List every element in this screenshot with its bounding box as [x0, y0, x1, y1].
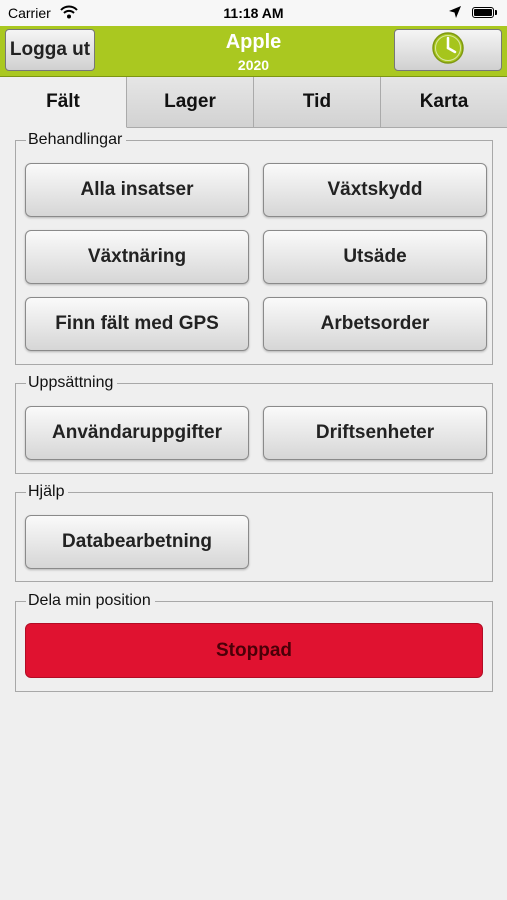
group-label-behandlingar: Behandlingar — [26, 131, 127, 149]
location-arrow-icon — [448, 5, 462, 22]
group-label-dela-min-position: Dela min position — [26, 592, 155, 610]
group-dela-min-position: Dela min position Stoppad — [15, 592, 493, 692]
app-header: Logga ut Apple 2020 — [0, 26, 507, 77]
tab-bar: Fält Lager Tid Karta — [0, 77, 507, 128]
status-bar: Carrier 11:18 AM — [0, 0, 507, 26]
status-time: 11:18 AM — [223, 5, 284, 21]
tab-tid[interactable]: Tid — [254, 77, 381, 127]
group-label-uppsattning: Uppsättning — [26, 374, 118, 392]
battery-icon — [472, 7, 497, 18]
anvandaruppgifter-button[interactable]: Användaruppgifter — [25, 406, 249, 460]
group-uppsattning: Uppsättning Användaruppgifter Driftsenhe… — [15, 374, 493, 474]
tab-falt[interactable]: Fält — [0, 77, 127, 128]
utsade-button[interactable]: Utsäde — [263, 230, 487, 284]
vaxtnaring-button[interactable]: Växtnäring — [25, 230, 249, 284]
tab-lager[interactable]: Lager — [127, 77, 254, 127]
group-label-hjalp: Hjälp — [26, 483, 69, 501]
clock-icon — [431, 31, 465, 70]
vaxtskydd-button[interactable]: Växtskydd — [263, 163, 487, 217]
finn-falt-gps-button[interactable]: Finn fält med GPS — [25, 297, 249, 351]
group-behandlingar: Behandlingar Alla insatser Växtskydd Väx… — [15, 131, 493, 365]
alla-insatser-button[interactable]: Alla insatser — [25, 163, 249, 217]
tab-karta[interactable]: Karta — [381, 77, 507, 127]
driftsenheter-button[interactable]: Driftsenheter — [263, 406, 487, 460]
arbetsorder-button[interactable]: Arbetsorder — [263, 297, 487, 351]
clock-button[interactable] — [394, 29, 502, 71]
stoppad-button[interactable]: Stoppad — [25, 623, 483, 678]
group-hjalp: Hjälp Databearbetning — [15, 483, 493, 582]
databearbetning-button[interactable]: Databearbetning — [25, 515, 249, 569]
